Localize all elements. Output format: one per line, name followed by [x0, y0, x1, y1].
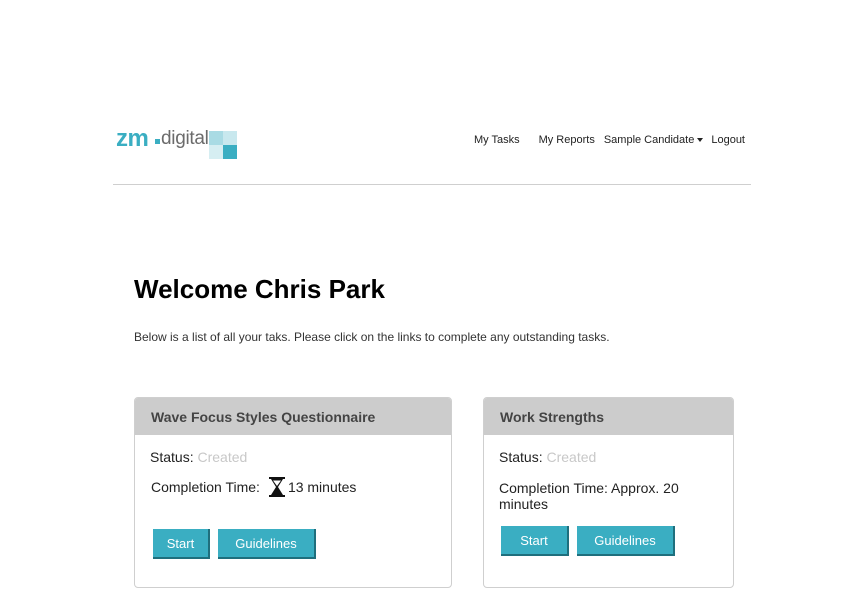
- top-header: zm digital My Tasks My Reports Sample Ca…: [113, 118, 751, 185]
- nav-my-reports[interactable]: My Reports: [539, 134, 595, 146]
- nav-my-tasks[interactable]: My Tasks: [474, 134, 520, 146]
- task-status: Status: Created: [150, 449, 247, 465]
- logo-square: [209, 145, 223, 159]
- logo-square: [223, 145, 237, 159]
- logo-sub: digital: [161, 128, 209, 149]
- caret-down-icon: [697, 138, 704, 142]
- guidelines-button[interactable]: Guidelines: [218, 529, 316, 559]
- top-nav: My Tasks My Reports Sample Candidate Log…: [474, 134, 745, 146]
- logo-brand: zm: [116, 125, 149, 152]
- logo-dot: [155, 139, 160, 144]
- status-label: Status:: [150, 449, 194, 465]
- intro-text: Below is a list of all your taks. Please…: [134, 330, 610, 344]
- task-card: Wave Focus Styles Questionnaire Status: …: [134, 397, 452, 588]
- zm-digital-logo[interactable]: zm digital: [116, 125, 241, 165]
- page-title: Welcome Chris Park: [134, 274, 385, 304]
- completion-time-value: 13 minutes: [287, 479, 357, 495]
- completion-time: Completion Time: Approx. 20 minutes: [499, 480, 679, 512]
- task-card-title: Work Strengths: [484, 398, 733, 435]
- logo-square: [209, 131, 223, 145]
- candidate-name: Sample Candidate: [603, 134, 695, 146]
- nav-candidate-dropdown[interactable]: Sample Candidate: [604, 134, 704, 146]
- nav-logout[interactable]: Logout: [711, 134, 745, 146]
- start-button[interactable]: Start: [153, 529, 210, 559]
- completion-time-label: Completion Time:: [151, 479, 260, 495]
- hourglass-icon: [268, 477, 285, 497]
- guidelines-button[interactable]: Guidelines: [577, 526, 675, 556]
- task-card: Work Strengths Status: Created Completio…: [483, 397, 734, 588]
- status-value: Created: [197, 449, 248, 465]
- status-value: Created: [546, 449, 597, 465]
- completion-time: Completion Time: 13 minutes: [151, 477, 356, 497]
- task-status: Status: Created: [499, 449, 596, 465]
- task-card-title: Wave Focus Styles Questionnaire: [135, 398, 451, 435]
- start-button[interactable]: Start: [501, 526, 569, 556]
- status-label: Status:: [499, 449, 543, 465]
- logo-square: [223, 131, 237, 145]
